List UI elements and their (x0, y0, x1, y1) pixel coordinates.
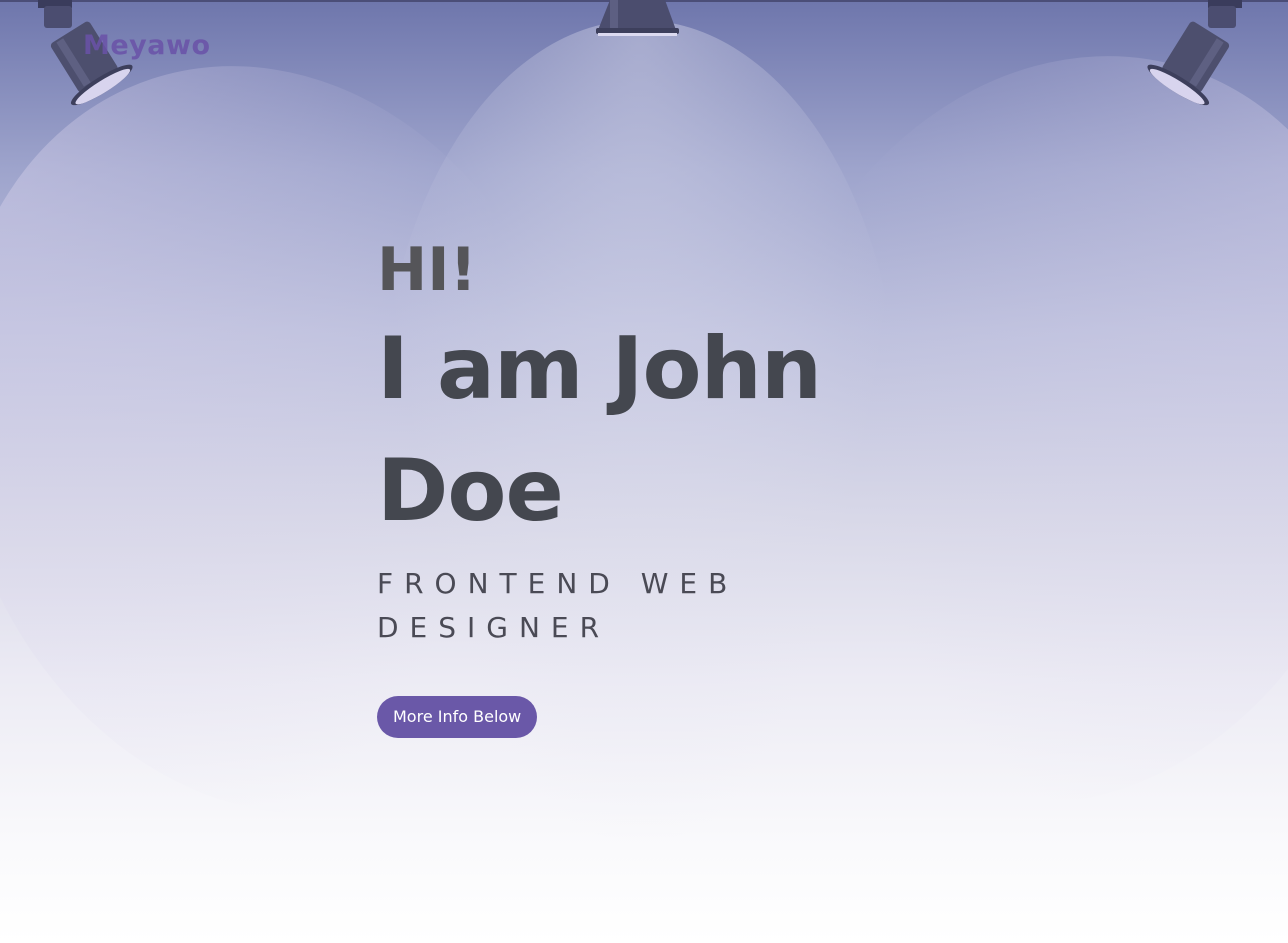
more-info-button[interactable]: More Info Below (377, 696, 538, 738)
hero-stage: Meyawo HI! I am John Doe FRONTEND WEB DE… (0, 0, 1288, 943)
spotlight-right-icon (1147, 0, 1242, 106)
hero-role: FRONTEND WEB DESIGNER (377, 567, 739, 644)
hero-content: HI! I am John Doe FRONTEND WEB DESIGNER … (377, 232, 897, 738)
hero-greeting: HI! (377, 235, 477, 305)
spotlight-center-icon (596, 0, 679, 36)
hero-name: I am John Doe (377, 319, 822, 541)
site-logo[interactable]: Meyawo (83, 30, 211, 61)
